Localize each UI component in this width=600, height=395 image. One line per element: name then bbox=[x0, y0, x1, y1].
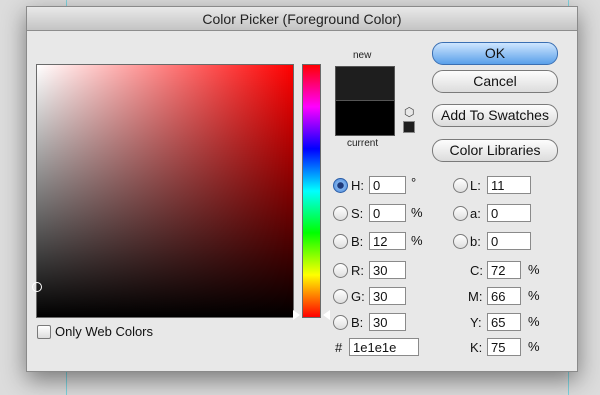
hue-label: H: bbox=[351, 178, 364, 193]
ok-button[interactable]: OK bbox=[432, 42, 558, 65]
cancel-button[interactable]: Cancel bbox=[432, 70, 558, 93]
saturation-label: S: bbox=[351, 206, 364, 221]
only-web-colors-label: Only Web Colors bbox=[55, 324, 154, 339]
green-input[interactable]: 30 bbox=[369, 287, 406, 305]
web-safe-color-icon[interactable] bbox=[403, 121, 415, 133]
current-color-label: current bbox=[347, 138, 379, 149]
cyan-label: C: bbox=[470, 263, 483, 278]
cyan-unit: % bbox=[528, 262, 540, 277]
new-color-label: new bbox=[353, 50, 372, 61]
brightness-unit: % bbox=[411, 233, 423, 248]
blue-label: B: bbox=[351, 315, 364, 330]
red-radio[interactable] bbox=[333, 263, 348, 278]
lab-b-label: b: bbox=[470, 234, 481, 249]
saturation-unit: % bbox=[411, 205, 423, 220]
new-color-swatch bbox=[335, 66, 395, 102]
saturation-input[interactable]: 0 bbox=[369, 204, 406, 222]
saturation-radio[interactable] bbox=[333, 206, 348, 221]
saturation-brightness-field[interactable] bbox=[32, 64, 294, 318]
cyan-input[interactable]: 72 bbox=[487, 261, 521, 279]
brightness-input[interactable]: 12 bbox=[369, 232, 406, 250]
hue-slider-right-arrow[interactable] bbox=[323, 310, 330, 320]
lab-l-input[interactable]: 11 bbox=[487, 176, 531, 194]
magenta-label: M: bbox=[468, 289, 483, 304]
black-unit: % bbox=[528, 339, 540, 354]
only-web-colors-checkbox[interactable] bbox=[37, 325, 51, 339]
magenta-input[interactable]: 66 bbox=[487, 287, 521, 305]
blue-radio[interactable] bbox=[333, 315, 348, 330]
magenta-unit: % bbox=[528, 288, 540, 303]
black-input[interactable]: 75 bbox=[487, 338, 521, 356]
blue-input[interactable]: 30 bbox=[369, 313, 406, 331]
green-radio[interactable] bbox=[333, 289, 348, 304]
hex-input[interactable]: 1e1e1e bbox=[349, 338, 419, 356]
title-bar: Color Picker (Foreground Color) bbox=[27, 7, 577, 31]
out-of-gamut-cube-icon[interactable]: ⬡ bbox=[404, 105, 414, 119]
black-label: K: bbox=[470, 340, 483, 355]
red-input[interactable]: 30 bbox=[369, 261, 406, 279]
hue-slider[interactable] bbox=[302, 64, 321, 318]
hue-unit: ° bbox=[411, 175, 417, 190]
lab-a-input[interactable]: 0 bbox=[487, 204, 531, 222]
yellow-input[interactable]: 65 bbox=[487, 313, 521, 331]
hex-label: # bbox=[335, 340, 343, 355]
brightness-label: B: bbox=[351, 234, 364, 249]
lab-a-radio[interactable] bbox=[453, 206, 468, 221]
hue-input[interactable]: 0 bbox=[369, 176, 406, 194]
lab-l-radio[interactable] bbox=[453, 178, 468, 193]
lab-b-input[interactable]: 0 bbox=[487, 232, 531, 250]
hue-radio[interactable] bbox=[333, 178, 348, 193]
yellow-unit: % bbox=[528, 314, 540, 329]
green-label: G: bbox=[351, 289, 365, 304]
add-to-swatches-button[interactable]: Add To Swatches bbox=[432, 104, 558, 127]
color-libraries-button[interactable]: Color Libraries bbox=[432, 139, 558, 162]
dialog-title: Color Picker (Foreground Color) bbox=[202, 11, 402, 27]
lab-b-radio[interactable] bbox=[453, 234, 468, 249]
lab-a-label: a: bbox=[470, 206, 481, 221]
yellow-label: Y: bbox=[470, 315, 482, 330]
hue-slider-left-arrow[interactable] bbox=[293, 310, 300, 320]
color-picker-dialog: Color Picker (Foreground Color) new curr… bbox=[26, 6, 578, 372]
red-label: R: bbox=[351, 263, 364, 278]
lab-l-label: L: bbox=[470, 178, 481, 193]
current-color-swatch[interactable] bbox=[335, 100, 395, 136]
color-field-marker[interactable] bbox=[32, 282, 42, 292]
brightness-radio[interactable] bbox=[333, 234, 348, 249]
